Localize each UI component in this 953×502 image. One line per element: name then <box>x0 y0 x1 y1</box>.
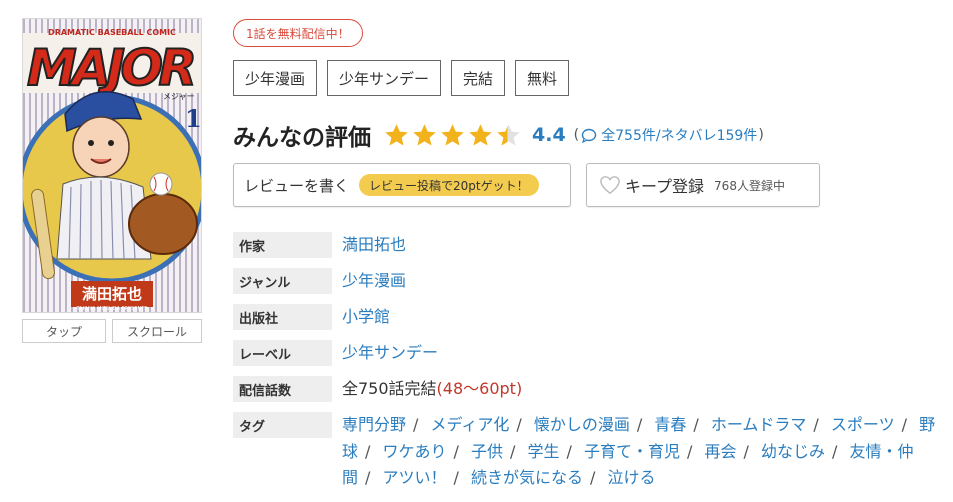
review-count-link[interactable]: ( 全755件/ネタバレ159件 ) <box>574 125 764 145</box>
star-half-icon <box>497 123 520 146</box>
tag-link[interactable]: ワケあり <box>383 442 447 461</box>
speech-bubble-icon <box>581 128 597 143</box>
cover-volume: 1 <box>185 104 201 133</box>
info-label-genre: ジャンル <box>233 268 332 294</box>
episodes-count: 全750話完結 <box>342 379 437 398</box>
write-review-button[interactable]: レビューを書く レビュー投稿で20ptゲット！ <box>233 163 571 207</box>
cover-author-romaji: TAKUYA MITSUDA PRESENTS <box>76 306 148 312</box>
category-tag-magazine[interactable]: 少年サンデー <box>327 60 442 96</box>
info-row-publisher: 出版社 小学館 <box>233 304 948 330</box>
tag-link[interactable]: 泣ける <box>608 468 656 487</box>
tag-link[interactable]: 懐かしの漫画 <box>534 415 630 434</box>
author-link[interactable]: 満田拓也 <box>342 235 406 254</box>
heart-icon <box>600 176 620 195</box>
info-row-genre: ジャンル 少年漫画 <box>233 268 948 294</box>
tag-link[interactable]: 専門分野 <box>342 415 406 434</box>
genre-link[interactable]: 少年漫画 <box>342 271 406 290</box>
keep-button[interactable]: キープ登録 768人登録中 <box>586 163 820 207</box>
close-paren: ) <box>758 127 764 143</box>
book-info-table: 作家 満田拓也 ジャンル 少年漫画 出版社 小学館 レーベル 少年サンデー 配信… <box>233 232 948 502</box>
info-label-tags: タグ <box>233 412 332 438</box>
info-label-publisher: 出版社 <box>233 304 332 330</box>
star-rating <box>383 122 522 149</box>
info-label-episodes: 配信話数 <box>233 376 332 402</box>
open-paren: ( <box>573 127 580 143</box>
cover-title: MAJOR <box>27 39 197 97</box>
category-tag-free[interactable]: 無料 <box>515 60 570 96</box>
keep-count: 768人登録中 <box>714 178 785 193</box>
label-link[interactable]: 少年サンデー <box>342 343 438 362</box>
view-mode-tap-button[interactable]: タップ <box>22 319 106 343</box>
cover-author: 満田拓也 <box>82 285 142 303</box>
info-row-tags: タグ 専門分野 / メディア化 / 懐かしの漫画 / 青春 / ホームドラマ / スポーツ… <box>233 412 948 492</box>
tag-link[interactable]: 学生 <box>528 442 560 461</box>
star-icon <box>441 123 464 146</box>
info-row-author: 作家 満田拓也 <box>233 232 948 258</box>
info-label-label: レーベル <box>233 340 332 366</box>
tag-link[interactable]: スポーツ <box>831 415 895 434</box>
tag-link[interactable]: 幼なじみ <box>761 442 825 461</box>
review-promo-badge: レビュー投稿で20ptゲット！ <box>359 174 539 196</box>
tag-link[interactable]: 子供 <box>471 442 503 461</box>
keep-label: キープ登録 <box>625 177 705 196</box>
cover-kana: メジャー <box>163 92 195 101</box>
category-tag-genre[interactable]: 少年漫画 <box>233 60 318 96</box>
info-row-label: レーベル 少年サンデー <box>233 340 948 366</box>
tag-link[interactable]: ホームドラマ <box>711 415 807 434</box>
write-review-label: レビューを書く <box>244 176 350 195</box>
tag-link[interactable]: アツい！ <box>383 468 447 487</box>
rating-section: みんなの評価 4.4 ( 全755件/ネタバレ159件 ) <box>233 118 764 152</box>
free-episode-badge: 1話を無料配信中！ <box>233 19 363 47</box>
star-icon <box>413 123 436 146</box>
view-mode-scroll-button[interactable]: スクロール <box>112 319 202 343</box>
episode-price: (48〜60pt) <box>436 379 523 398</box>
star-icon <box>385 123 408 146</box>
book-cover[interactable]: DRAMATIC BASEBALL COMIC MAJOR メジャー 1 満田拓… <box>22 18 202 313</box>
tag-link[interactable]: 続きが気になる <box>471 468 583 487</box>
star-icon <box>469 123 492 146</box>
tag-link[interactable]: 再会 <box>705 442 737 461</box>
review-count-text: 全755件/ネタバレ159件 <box>601 128 758 144</box>
rating-title: みんなの評価 <box>233 125 371 151</box>
info-label-author: 作家 <box>233 232 332 258</box>
tag-link[interactable]: 青春 <box>654 415 686 434</box>
category-tag-complete[interactable]: 完結 <box>451 60 506 96</box>
rating-score: 4.4 <box>532 124 566 146</box>
tag-link[interactable]: メディア化 <box>431 415 510 434</box>
tag-list: 専門分野 / メディア化 / 懐かしの漫画 / 青春 / ホームドラマ / スポーツ / 野… <box>342 415 936 487</box>
category-tags: 少年漫画 少年サンデー 完結 無料 <box>233 60 570 96</box>
info-row-episodes: 配信話数 全750話完結(48〜60pt) <box>233 376 948 402</box>
publisher-link[interactable]: 小学館 <box>342 307 390 326</box>
cover-series-line: DRAMATIC BASEBALL COMIC <box>48 28 176 37</box>
tag-link[interactable]: 子育て・育児 <box>584 442 680 461</box>
